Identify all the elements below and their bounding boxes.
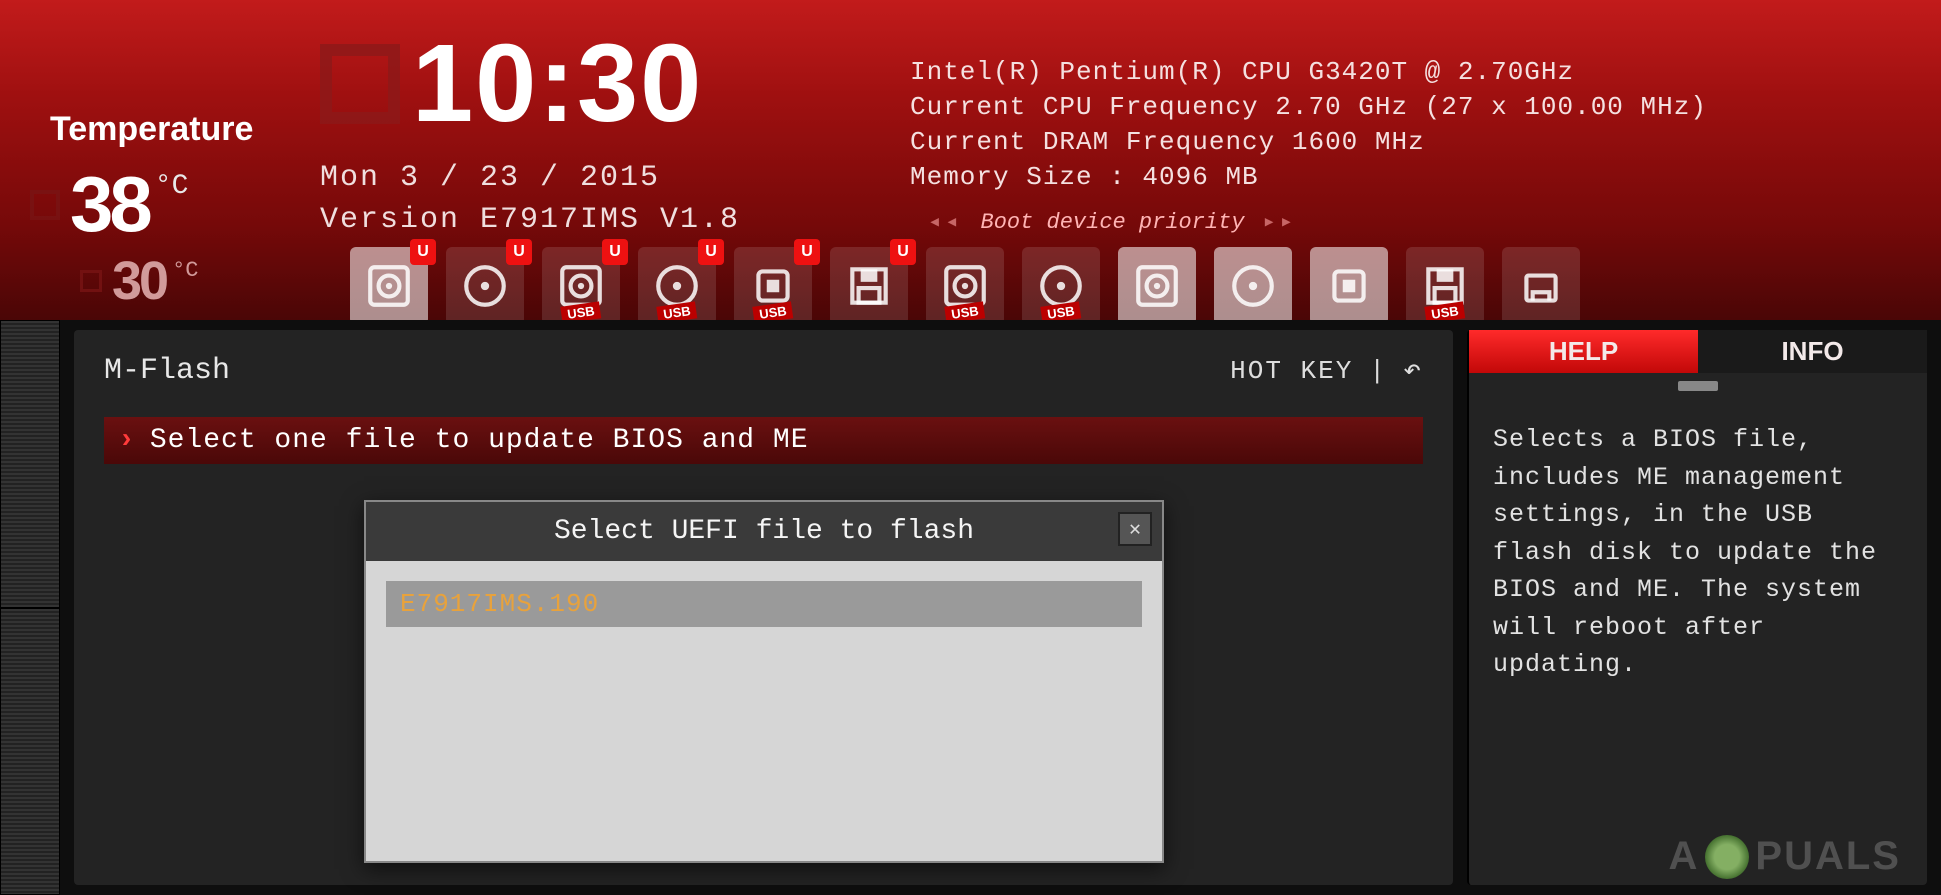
chevron-right-icon: › [118,425,136,456]
close-icon: ✕ [1129,516,1141,542]
boot-priority-label: Boot device priority [981,210,1245,235]
boot-device-chip[interactable]: UUSB [734,247,812,325]
tab-info[interactable]: INFO [1698,330,1927,373]
uefi-badge-icon: U [410,239,436,265]
boot-device-optical[interactable]: U [446,247,524,325]
modal-body: E7917IMS.190 [366,561,1162,861]
grip-icon[interactable] [1678,381,1718,391]
menu-item-select-file[interactable]: › Select one file to update BIOS and ME [104,417,1423,464]
chevron-left-icon[interactable]: ◂◂ [928,209,963,235]
temp-box-icon [30,190,60,220]
chevron-right-icon[interactable]: ▸▸ [1263,209,1298,235]
boot-devices-strip[interactable]: UUUUSBUUSBUUSBUUSBUSBUSB [350,247,1921,325]
left-rail [0,320,60,895]
main-content: M-Flash HOT KEY | ↶ › Select one file to… [74,330,1453,885]
temperature-block: Temperature 38 °C 30 °C [20,20,320,320]
temperature-primary: 38 [70,159,149,250]
back-icon[interactable]: ↶ [1403,352,1423,389]
temperature-secondary: 30 [112,250,166,312]
clock-box-icon [320,44,400,124]
uefi-badge-icon: U [794,239,820,265]
boot-device-chip[interactable] [1310,247,1388,325]
help-text: Selects a BIOS file, includes ME managem… [1469,399,1927,706]
boot-device-hdd[interactable]: UUSB [542,247,620,325]
cpu-model: Intel(R) Pentium(R) CPU G3420T @ 2.70GHz [910,57,1574,87]
uefi-badge-icon: U [506,239,532,265]
menu-item-label: Select one file to update BIOS and ME [150,425,809,456]
boot-device-optical[interactable] [1214,247,1292,325]
uefi-badge-icon: U [698,239,724,265]
boot-device-hdd[interactable]: U [350,247,428,325]
system-info-block: Intel(R) Pentium(R) CPU G3420T @ 2.70GHz… [880,20,1921,320]
temperature-label: Temperature [50,110,320,149]
temp-box-icon [80,270,102,292]
page-title: M-Flash [104,354,230,388]
memory-size: Memory Size : 4096 MB [910,162,1259,192]
bios-version: Version E7917IMS V1.8 [320,199,880,241]
cpu-frequency: Current CPU Frequency 2.70 GHz (27 x 100… [910,92,1707,122]
file-row[interactable]: E7917IMS.190 [386,581,1142,627]
rail-tab[interactable] [0,608,60,895]
close-button[interactable]: ✕ [1118,512,1152,546]
divider: | [1369,356,1387,386]
dram-frequency: Current DRAM Frequency 1600 MHz [910,127,1425,157]
modal-header: Select UEFI file to flash ✕ [366,502,1162,561]
rail-tab[interactable] [0,320,60,608]
header-bar: Temperature 38 °C 30 °C 10:30 Mon 3 / 23… [0,0,1941,320]
tab-help[interactable]: HELP [1469,330,1698,373]
boot-device-hdd[interactable] [1118,247,1196,325]
logo-head-icon [1705,835,1749,879]
boot-device-optical[interactable]: USB [1022,247,1100,325]
boot-device-network[interactable] [1502,247,1580,325]
file-select-modal: Select UEFI file to flash ✕ E7917IMS.190 [364,500,1164,863]
temperature-primary-unit: °C [155,171,189,202]
boot-device-floppy[interactable]: USB [1406,247,1484,325]
boot-device-hdd[interactable]: USB [926,247,1004,325]
hotkey-label[interactable]: HOT KEY [1230,356,1353,386]
temperature-secondary-unit: °C [172,258,198,283]
side-panel: HELP INFO Selects a BIOS file, includes … [1467,330,1927,885]
uefi-badge-icon: U [890,239,916,265]
boot-priority-header: ◂◂ Boot device priority ▸▸ [910,209,1921,235]
clock-time: 10:30 [412,20,703,147]
boot-device-floppy[interactable]: U [830,247,908,325]
clock-date: Mon 3 / 23 / 2015 [320,157,880,199]
modal-title: Select UEFI file to flash [554,516,974,547]
watermark: APUALS [1669,834,1901,879]
uefi-badge-icon: U [602,239,628,265]
boot-device-optical[interactable]: UUSB [638,247,716,325]
